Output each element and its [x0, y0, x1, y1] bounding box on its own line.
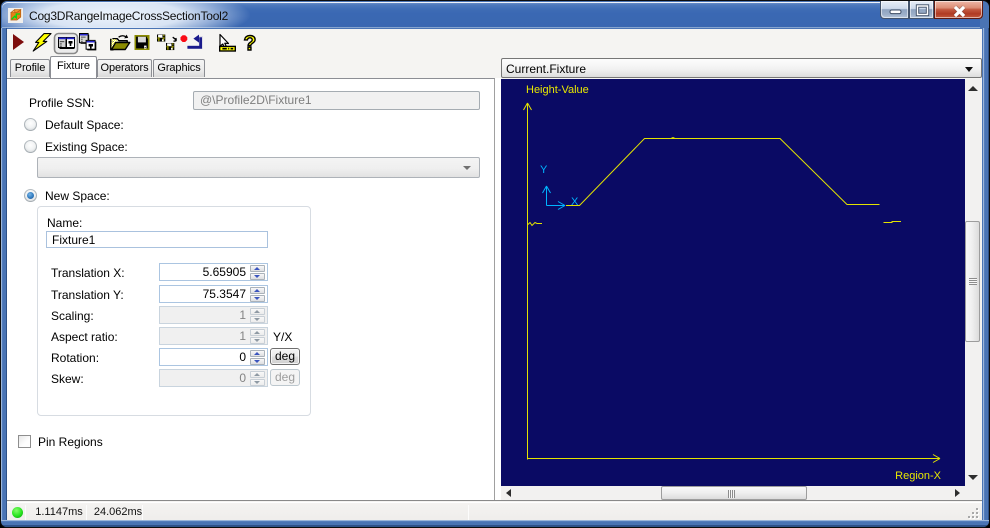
svg-text:Height-Value: Height-Value: [526, 84, 589, 96]
svg-text:?: ?: [244, 32, 257, 55]
svg-text:Y: Y: [540, 164, 548, 176]
svg-text:Region-X: Region-X: [895, 470, 942, 482]
svg-text:X: X: [571, 196, 579, 208]
